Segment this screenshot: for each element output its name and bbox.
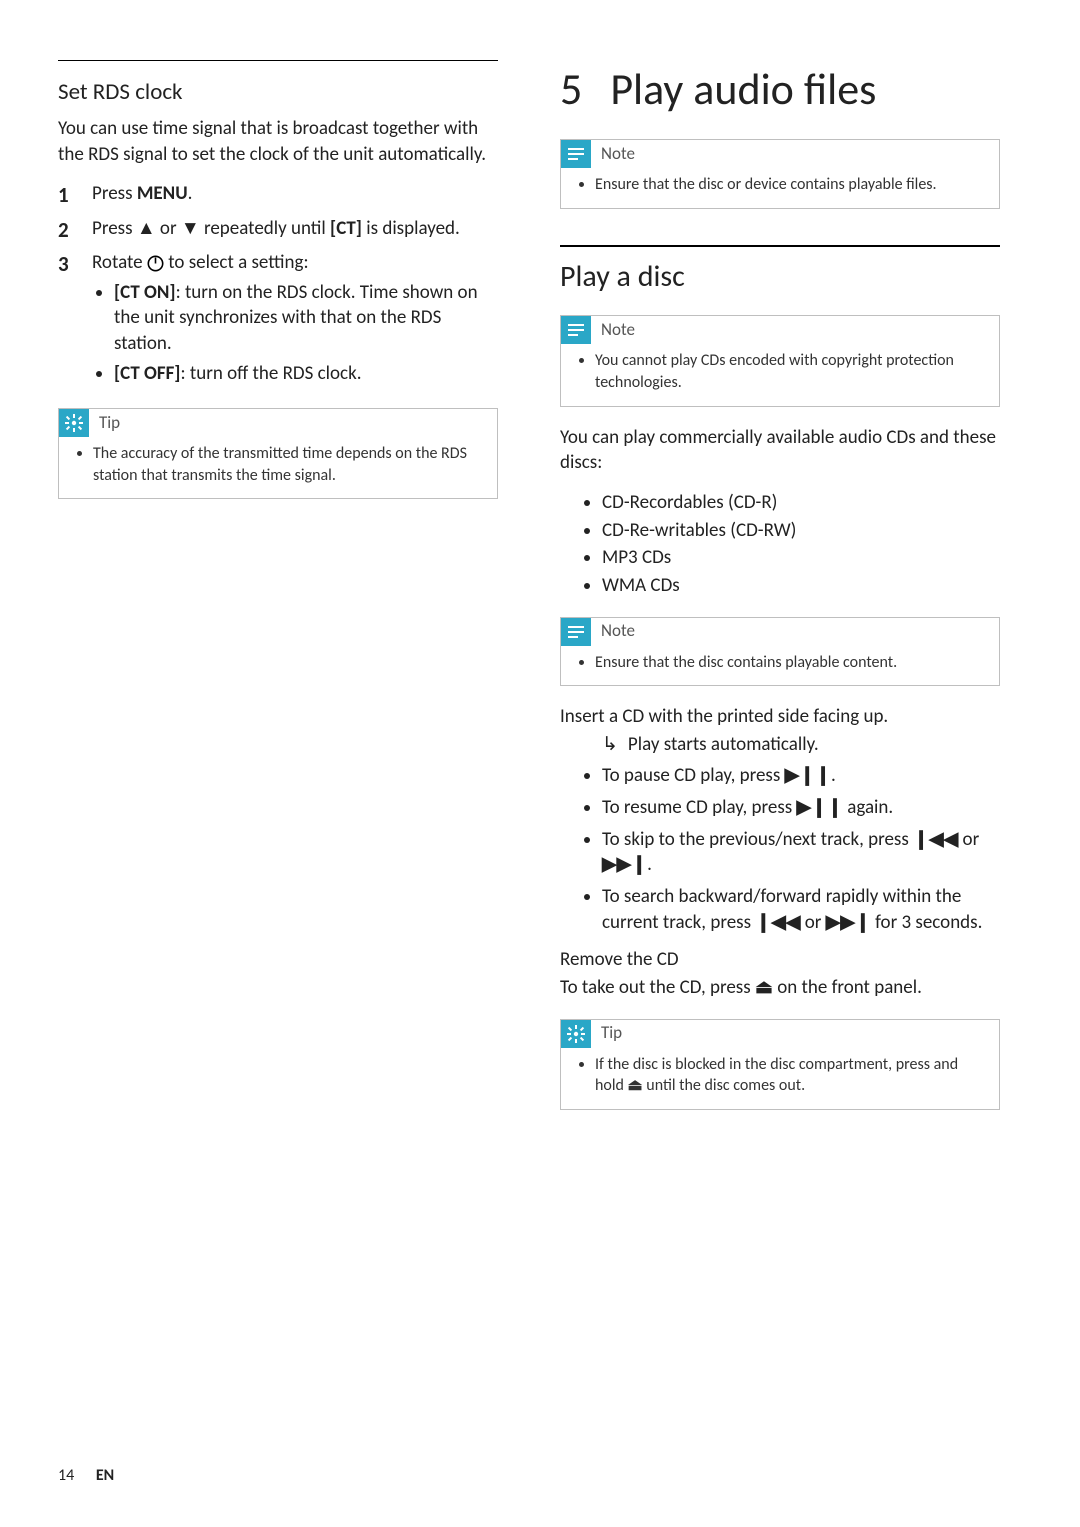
list-item: CD-Re-writables (CD-RW) [602,518,1000,544]
down-triangle-icon: ▼ [181,218,200,239]
result-arrow-icon: ↳ [602,732,618,758]
next-track-icon: ▶▶❙ [602,854,647,875]
manual-page: Set RDS clock You can use time signal th… [0,0,1080,1527]
tip-callout: Tip The accuracy of the transmitted time… [58,408,498,499]
note-callout-2: Note You cannot play CDs encoded with co… [560,315,1000,406]
prev-track-icon: ❙◀◀ [913,829,958,850]
rotary-knob-icon [147,255,164,272]
list-item: CD-Recordables (CD-R) [602,490,1000,516]
result-line: ↳ Play starts automatically. [560,732,1000,758]
eject-icon: ⏏ [628,1077,643,1094]
tip-item: If the disc is blocked in the disc compa… [595,1054,985,1097]
page-footer: 14 EN [58,1435,1022,1487]
note-title: Note [601,143,635,166]
step-3-sublist: [CT ON]: turn on the RDS clock. Time sho… [92,280,498,387]
note-item: You cannot play CDs encoded with copyrig… [595,350,985,393]
divider [560,245,1000,247]
chapter-title: Play audio files [610,60,876,119]
callout-header: Note [561,316,999,344]
list-item: MP3 CDs [602,545,1000,571]
chapter-number: 5 [560,60,582,119]
search-item: To search backward/forward rapidly withi… [602,884,1000,935]
fast-forward-icon: ▶▶❙ [826,912,871,933]
tip-item: The accuracy of the transmitted time dep… [93,443,483,486]
chapter-heading: 5 Play audio files [560,60,1000,119]
step-number: 2 [58,216,74,244]
step-1: 1 Press MENU. [58,181,498,209]
step-3: 3 Rotate to select a setting: [CT ON]: t… [58,250,498,390]
note-list: Ensure that the disc contains playable c… [561,646,999,686]
play-pause-icon: ▶❙❙ [797,797,843,818]
tip-title: Tip [601,1022,622,1045]
tip-icon [59,409,89,437]
tip-callout-2: Tip If the disc is blocked in the disc c… [560,1019,1000,1110]
two-columns: Set RDS clock You can use time signal th… [58,60,1022,1435]
note-icon [561,618,591,646]
disc-intro-text: You can play commercially available audi… [560,425,1000,476]
play-a-disc-heading: Play a disc [560,257,1000,298]
resume-item: To resume CD play, press ▶❙❙ again. [602,795,1000,821]
tip-list: The accuracy of the transmitted time dep… [59,437,497,498]
left-column: Set RDS clock You can use time signal th… [58,60,498,1435]
pause-item: To pause CD play, press ▶❙❙. [602,763,1000,789]
right-column: 5 Play audio files Note Ensure that the … [560,60,1000,1435]
note-icon [561,140,591,168]
rds-intro-text: You can use time signal that is broadcas… [58,116,498,167]
step-text: Press MENU. [92,181,498,209]
step-text: Rotate to select a setting: [CT ON]: tur… [92,250,498,390]
step-number: 3 [58,250,74,390]
tip-icon [561,1020,591,1048]
note-title: Note [601,319,635,342]
callout-header: Note [561,618,999,646]
skip-item: To skip to the previous/next track, pres… [602,827,1000,878]
set-rds-clock-heading: Set RDS clock [58,77,498,108]
callout-header: Tip [59,409,497,437]
note-callout-1: Note Ensure that the disc or device cont… [560,139,1000,209]
tip-title: Tip [99,412,120,435]
playback-controls-list: To pause CD play, press ▶❙❙. To resume C… [560,763,1000,935]
note-list: Ensure that the disc or device contains … [561,168,999,208]
note-callout-3: Note Ensure that the disc contains playa… [560,617,1000,687]
note-list: You cannot play CDs encoded with copyrig… [561,344,999,405]
ct-on-item: [CT ON]: turn on the RDS clock. Time sho… [114,280,498,357]
step-2: 2 Press ▲ or ▼ repeatedly until [CT] is … [58,216,498,244]
tip-list: If the disc is blocked in the disc compa… [561,1048,999,1109]
remove-cd-text: To take out the CD, press ⏏ on the front… [560,975,1000,1001]
insert-cd-text: Insert a CD with the printed side facing… [560,704,1000,730]
ct-off-item: [CT OFF]: turn off the RDS clock. [114,361,498,387]
step-number: 1 [58,181,74,209]
up-triangle-icon: ▲ [137,218,156,239]
divider [58,60,498,61]
note-item: Ensure that the disc contains playable c… [595,652,985,674]
auto-play-text: Play starts automatically. [628,732,819,758]
eject-icon: ⏏ [755,977,773,998]
page-number: 14 [58,1466,74,1485]
step-text: Press ▲ or ▼ repeatedly until [CT] is di… [92,216,498,244]
rds-steps: 1 Press MENU. 2 Press ▲ or ▼ repeatedly … [58,181,498,390]
rewind-icon: ❙◀◀ [755,912,800,933]
supported-discs-list: CD-Recordables (CD-R) CD-Re-writables (C… [560,490,1000,599]
play-pause-icon: ▶❙❙ [785,765,831,786]
callout-header: Note [561,140,999,168]
list-item: WMA CDs [602,573,1000,599]
language-code: EN [96,1466,114,1485]
note-item: Ensure that the disc or device contains … [595,174,985,196]
remove-cd-heading: Remove the CD [560,947,1000,973]
callout-header: Tip [561,1020,999,1048]
note-title: Note [601,620,635,643]
note-icon [561,316,591,344]
